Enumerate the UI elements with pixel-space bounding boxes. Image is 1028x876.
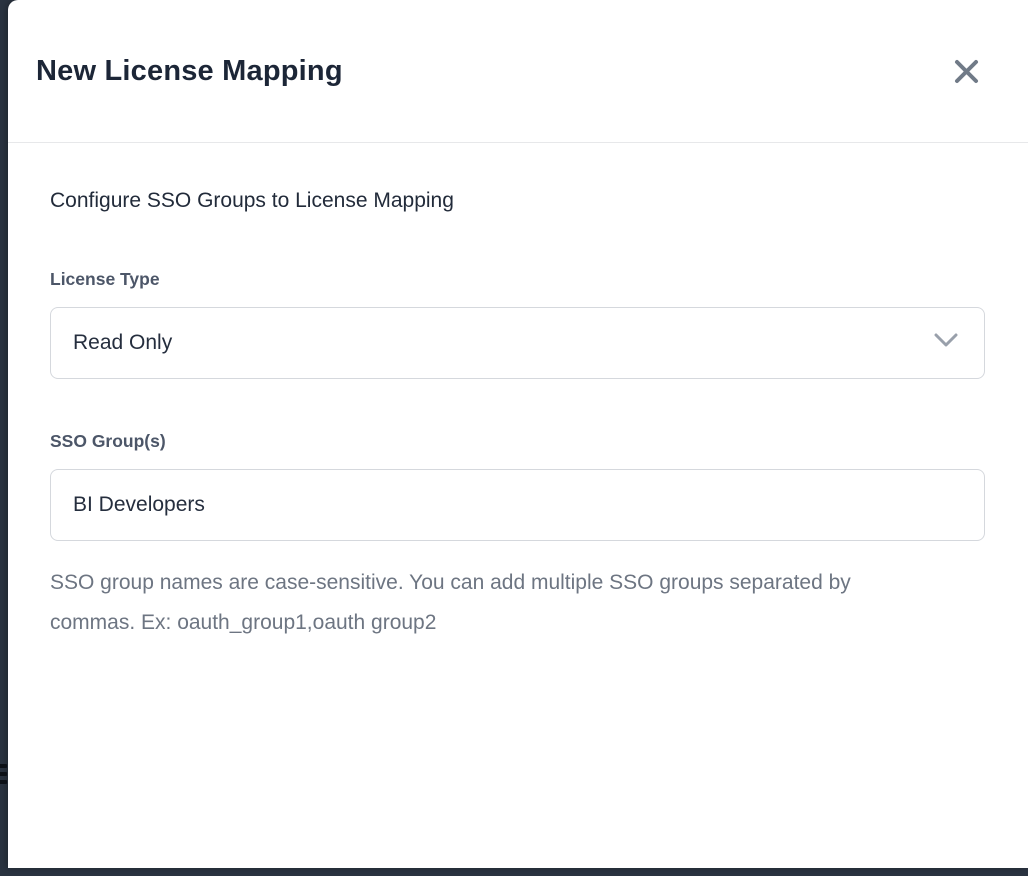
menu-icon-bar [0,764,7,768]
modal-title: New License Mapping [36,55,343,88]
menu-icon [0,764,7,788]
modal-header: New License Mapping [8,0,1028,143]
license-type-select[interactable]: Read Only [50,307,985,379]
new-license-mapping-modal: New License Mapping Configure SSO Groups… [8,0,1028,868]
close-icon [953,58,980,85]
modal-subtitle: Configure SSO Groups to License Mapping [50,189,985,213]
sso-groups-label: SSO Group(s) [50,431,985,452]
chevron-down-icon [934,333,958,353]
screen: New License Mapping Configure SSO Groups… [0,0,1028,876]
license-type-label: License Type [50,269,985,290]
sso-groups-field: SSO Group(s) SSO group names are case-se… [50,431,985,643]
license-type-field: License Type Read Only [50,269,985,379]
sso-groups-input[interactable] [50,469,985,541]
sso-groups-help-text: SSO group names are case-sensitive. You … [50,563,895,643]
menu-icon-bar [0,772,7,776]
menu-icon-bar [0,780,7,784]
close-button[interactable] [949,54,984,89]
modal-body: Configure SSO Groups to License Mapping … [8,143,1028,643]
license-type-selected-value: Read Only [73,331,172,355]
